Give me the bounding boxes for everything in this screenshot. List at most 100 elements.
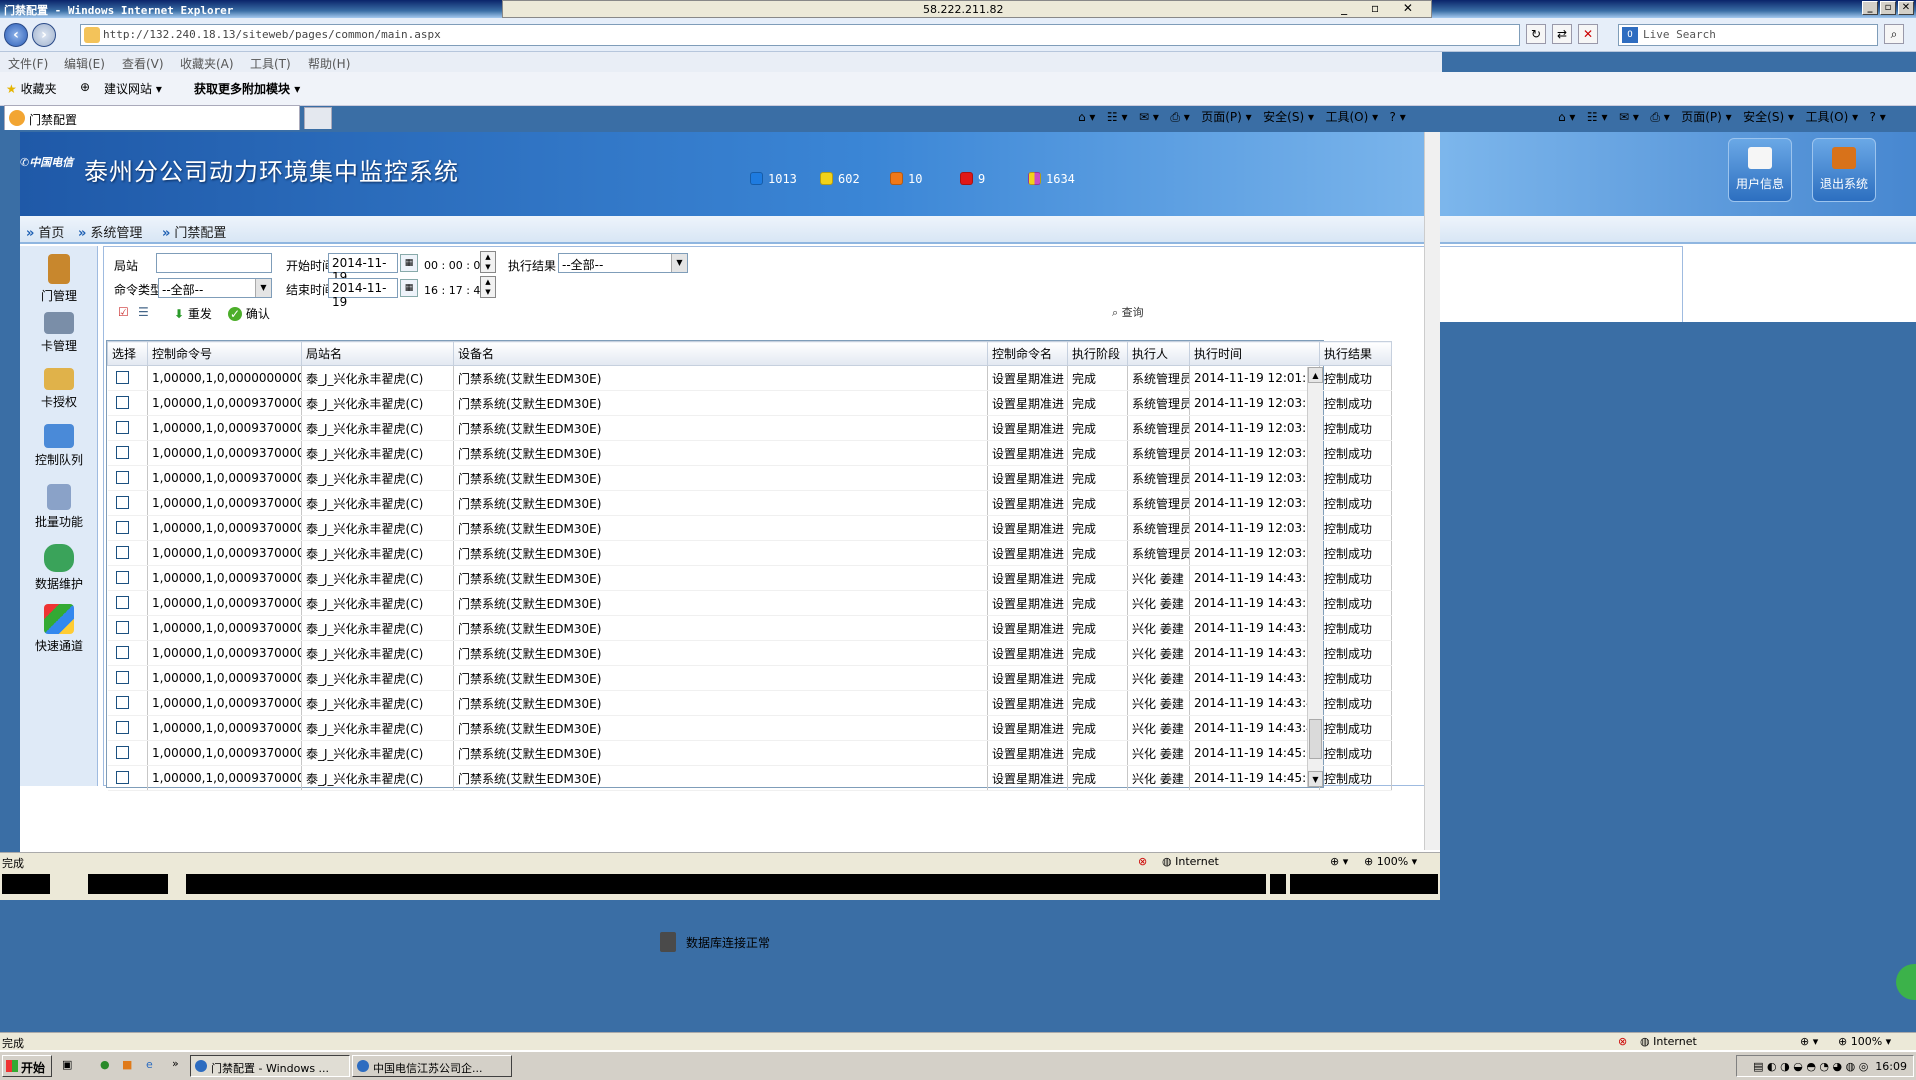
table-row[interactable]: 1,00000,1,0,00000000000 泰_J_兴化永丰翟虎(C) 门禁系统… [107,365,1392,391]
row-checkbox[interactable] [115,696,129,709]
stat-yellow[interactable]: 602 [820,172,860,186]
minimize-button[interactable]: _ [1862,1,1878,15]
search-go-icon[interactable]: ⌕ [1884,24,1904,44]
compat-icon[interactable]: ↻ [1526,24,1546,44]
scroll-down-icon[interactable]: ▼ [1308,771,1323,787]
table-row[interactable]: 1,00000,1,0,00093700000 泰_J_兴化永丰翟虎(C) 门禁系统… [107,490,1392,516]
forward-button[interactable]: › [32,23,56,47]
sidebar-item-card[interactable]: 卡管理 [20,312,98,354]
tools-menu[interactable]: 工具(O) ▾ [1805,110,1858,124]
safety-menu[interactable]: 安全(S) ▾ [1263,110,1314,124]
stat-blue[interactable]: 1013 [750,172,797,186]
start-time-value[interactable]: 00 : 00 : 00 [424,259,487,272]
feeds-icon[interactable]: ☷ ▾ [1587,110,1608,124]
sidebar-item-batch[interactable]: 批量功能 [20,484,98,530]
print-icon[interactable]: ⎙ ▾ [1170,110,1189,124]
new-tab-button[interactable] [304,107,332,129]
col-stage[interactable]: 执行阶段 [1067,341,1128,366]
safety-menu[interactable]: 安全(S) ▾ [1743,110,1794,124]
col-select[interactable]: 选择 [107,341,148,366]
page-scrollbar[interactable] [1424,132,1440,850]
station-input[interactable] [156,253,272,273]
zoom-control[interactable]: ⊕ 100% ▾ [1364,855,1417,868]
remote-window-controls[interactable]: _ ▫ ✕ [1341,1,1423,15]
row-checkbox[interactable] [115,721,129,734]
row-checkbox[interactable] [115,446,129,459]
col-result[interactable]: 执行结果 [1319,341,1392,366]
table-row[interactable]: 1,00000,1,0,00093700000 泰_J_兴化永丰翟虎(C) 门禁系统… [107,765,1392,791]
row-checkbox[interactable] [115,421,129,434]
list-icon[interactable]: ☰ [138,305,149,319]
row-checkbox[interactable] [115,596,129,609]
menu-view[interactable]: 查看(V) [122,55,164,72]
add-favorite-icon[interactable]: ⊕ [80,80,90,94]
quicklaunch-icon[interactable]: ■ [122,1058,132,1071]
suggested-sites-link[interactable]: 建议网站 ▾ [104,80,162,97]
col-cmd-no[interactable]: 控制命令号 [147,341,302,366]
row-checkbox[interactable] [115,496,129,509]
row-checkbox[interactable] [115,671,129,684]
table-row[interactable]: 1,00000,1,0,00093700000 泰_J_兴化永丰翟虎(C) 门禁系统… [107,615,1392,641]
protected-mode-icon[interactable]: ⊕ ▾ [1330,855,1348,868]
get-addons-link[interactable]: 获取更多附加模块 ▾ [194,80,300,97]
row-checkbox[interactable] [115,521,129,534]
sidebar-item-queue[interactable]: 控制队列 [20,424,98,468]
start-date-input[interactable]: 2014-11-19 [328,253,398,284]
menu-edit[interactable]: 编辑(E) [64,55,105,72]
favorites-button[interactable]: ★ 收藏夹 [6,80,57,97]
print-icon[interactable]: ⎙ ▾ [1650,110,1669,124]
tools-menu[interactable]: 工具(O) ▾ [1325,110,1378,124]
menu-favorites[interactable]: 收藏夹(A) [180,55,234,72]
stat-total[interactable]: 1634 [1028,172,1075,186]
sidebar-item-card-auth[interactable]: 卡授权 [20,368,98,410]
back-button[interactable]: ‹ [4,23,28,47]
breadcrumb-home[interactable]: » 首页 [26,222,64,241]
row-checkbox[interactable] [115,646,129,659]
feeds-icon[interactable]: ☷ ▾ [1107,110,1128,124]
scroll-up-icon[interactable]: ▲ [1308,367,1323,383]
select-all-icon[interactable]: ☑ [118,305,129,319]
col-operator[interactable]: 执行人 [1127,341,1190,366]
row-checkbox[interactable] [115,771,129,784]
mail-icon[interactable]: ✉ ▾ [1139,110,1159,124]
resend-button[interactable]: ⬇ 重发 [174,305,212,322]
home-icon[interactable]: ⌂ ▾ [1078,110,1095,124]
url-input[interactable]: http://132.240.18.13/siteweb/pages/commo… [80,24,1520,46]
table-row[interactable]: 1,00000,1,0,00093700000 泰_J_兴化永丰翟虎(C) 门禁系统… [107,390,1392,416]
logout-button[interactable]: 退出系统 [1812,138,1876,202]
protected-mode-icon[interactable]: ⊕ ▾ [1800,1035,1818,1048]
table-row[interactable]: 1,00000,1,0,00093700000 泰_J_兴化永丰翟虎(C) 门禁系统… [107,440,1392,466]
table-row[interactable]: 1,00000,1,0,00093700000 泰_J_兴化永丰翟虎(C) 门禁系统… [107,465,1392,491]
grid-scrollbar[interactable]: ▲ ▼ [1307,367,1323,787]
start-button[interactable]: 开始 [2,1055,52,1077]
table-row[interactable]: 1,00000,1,0,00093700000 泰_J_兴化永丰翟虎(C) 门禁系统… [107,565,1392,591]
help-icon[interactable]: ? ▾ [1390,110,1406,124]
table-row[interactable]: 1,00000,1,0,00093700000 泰_J_兴化永丰翟虎(C) 门禁系统… [107,590,1392,616]
col-device[interactable]: 设备名 [453,341,988,366]
table-row[interactable]: 1,00000,1,0,00093700000 泰_J_兴化永丰翟虎(C) 门禁系统… [107,640,1392,666]
mail-icon[interactable]: ✉ ▾ [1619,110,1639,124]
row-checkbox[interactable] [115,396,129,409]
close-button[interactable]: ✕ [1898,1,1914,15]
breadcrumb-system[interactable]: » 系统管理 [78,222,142,241]
table-row[interactable]: 1,00000,1,0,00093700000 泰_J_兴化永丰翟虎(C) 门禁系统… [107,715,1392,741]
table-row[interactable]: 1,00000,1,0,00093700000 泰_J_兴化永丰翟虎(C) 门禁系统… [107,540,1392,566]
end-date-input[interactable]: 2014-11-19 [328,278,398,309]
user-info-button[interactable]: 用户信息 [1728,138,1792,202]
page-menu[interactable]: 页面(P) ▾ [1201,110,1251,124]
ie-icon[interactable]: e [146,1058,153,1071]
menu-tools[interactable]: 工具(T) [250,55,291,72]
start-calendar-icon[interactable]: ▦ [400,254,418,272]
query-button[interactable]: ⌕ 查询 [1112,304,1144,320]
table-row[interactable]: 1,00000,1,0,00093700000 泰_J_兴化永丰翟虎(C) 门禁系统… [107,515,1392,541]
col-cmd-name[interactable]: 控制命令名 [987,341,1068,366]
zoom-control[interactable]: ⊕ 100% ▾ [1838,1035,1891,1048]
table-row[interactable]: 1,00000,1,0,00093700000 泰_J_兴化永丰翟虎(C) 门禁系统… [107,690,1392,716]
table-row[interactable]: 1,00000,1,0,00093700000 泰_J_兴化永丰翟虎(C) 门禁系统… [107,740,1392,766]
task-button-active[interactable]: 门禁配置 - Windows ... [190,1055,350,1077]
sidebar-item-door[interactable]: 门管理 [20,254,98,304]
end-time-value[interactable]: 16 : 17 : 43 [424,284,487,297]
confirm-button[interactable]: ✓ 确认 [228,305,270,322]
row-checkbox[interactable] [115,571,129,584]
sidebar-item-data[interactable]: 数据维护 [20,544,98,592]
